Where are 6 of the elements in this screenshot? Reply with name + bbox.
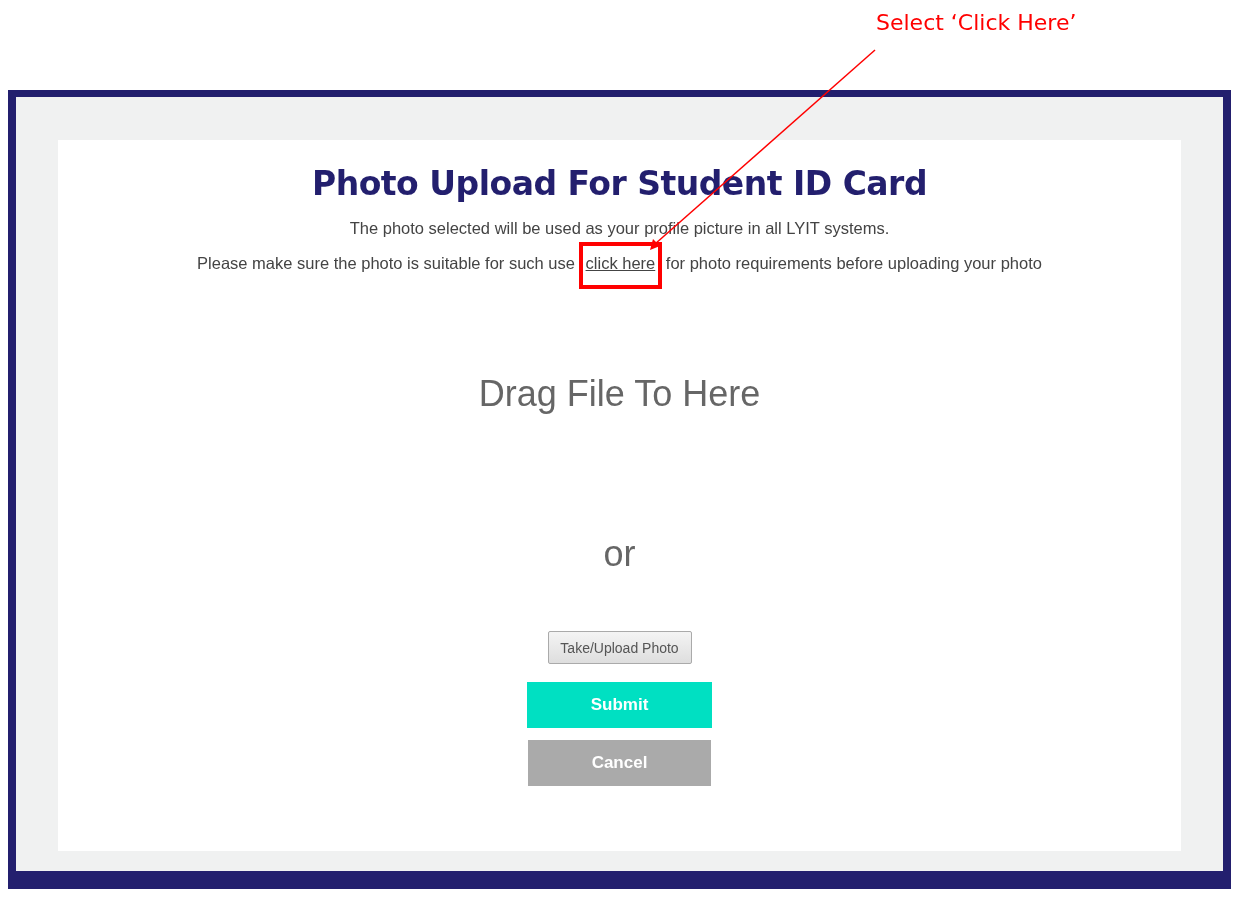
drop-zone-label: Drag File To Here	[478, 373, 761, 415]
click-here-link[interactable]: click here	[585, 254, 656, 272]
upload-photo-button[interactable]: Take/Upload Photo	[547, 631, 692, 664]
annotation-label: Select ‘Click Here’	[876, 10, 1077, 35]
or-separator: or	[603, 533, 636, 575]
notice-text: Please make sure the photo is suitable for such use click here for photo requirements before uploading your photo	[197, 254, 1042, 273]
